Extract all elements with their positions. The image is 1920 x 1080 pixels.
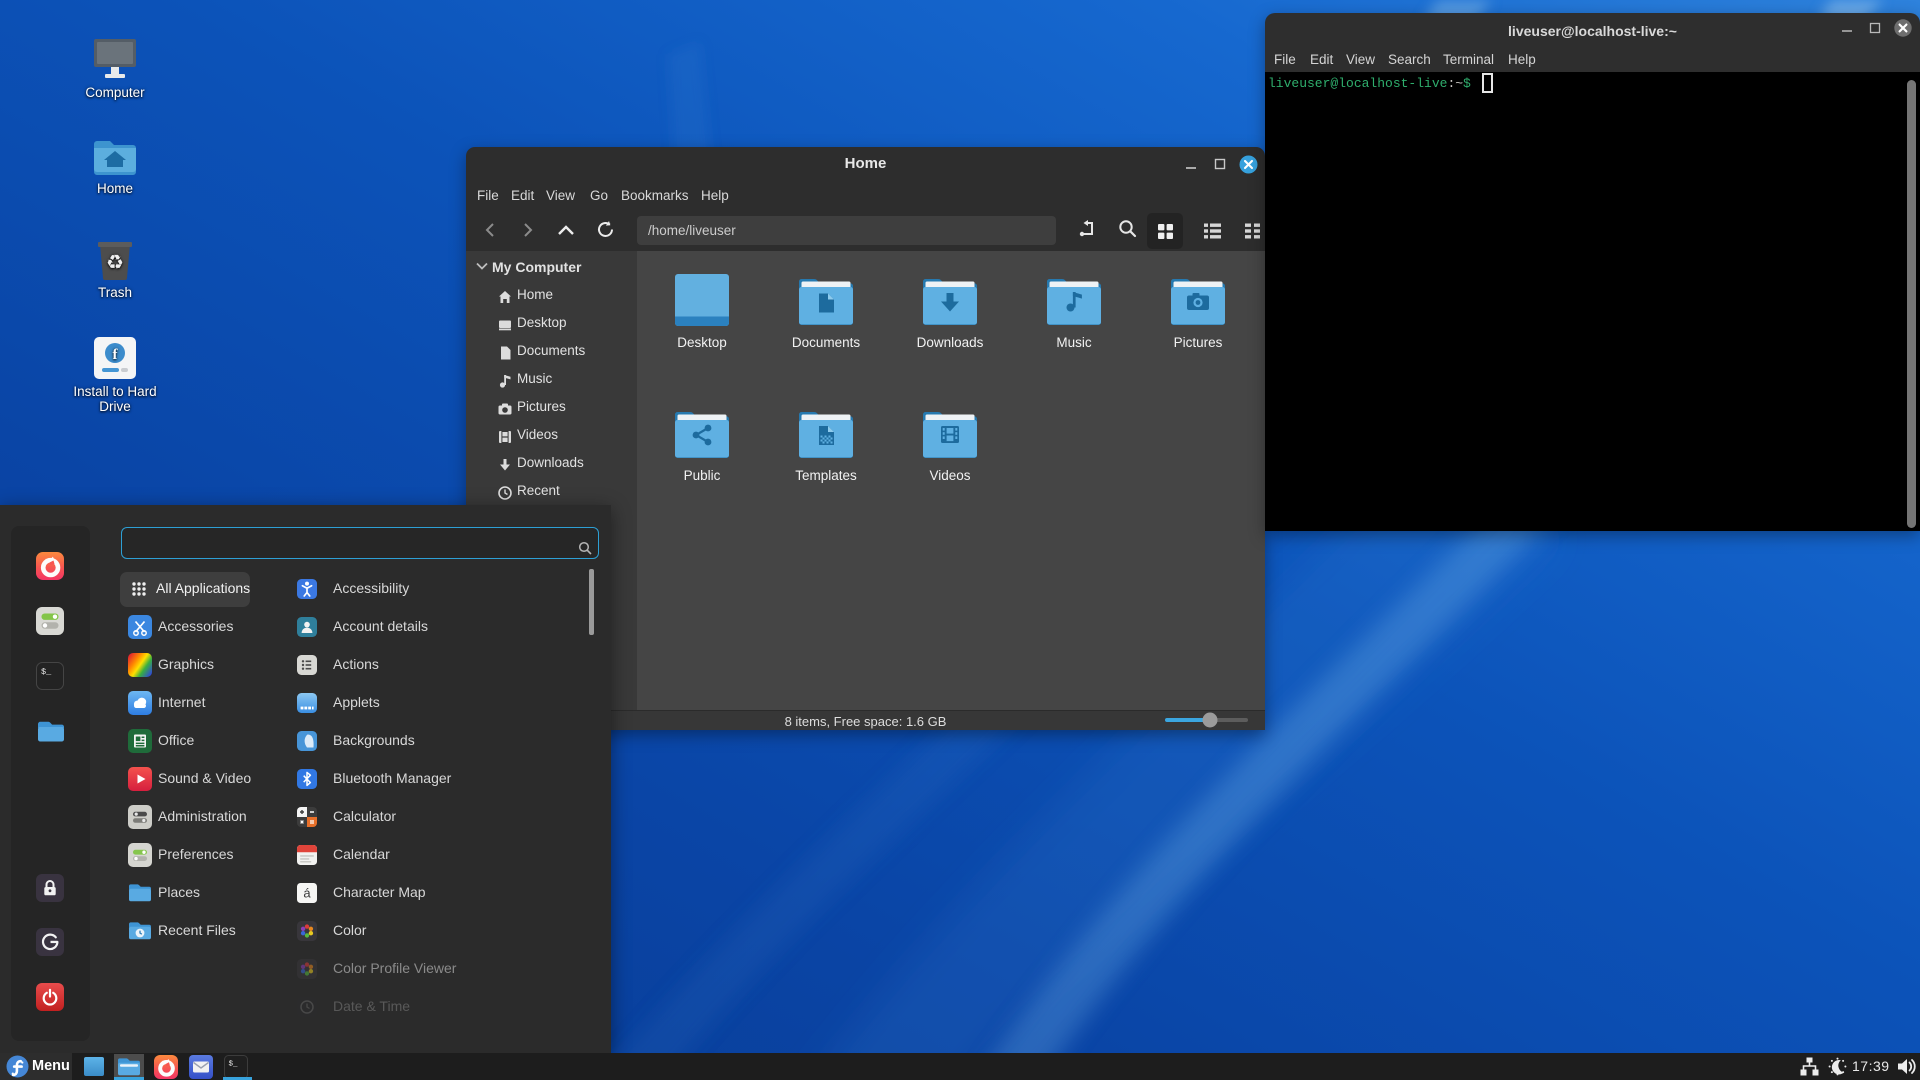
svg-text:♻: ♻ xyxy=(106,252,124,274)
svg-text:$_: $_ xyxy=(41,667,52,677)
svg-text:$_: $_ xyxy=(229,1061,239,1069)
svg-text:á: á xyxy=(303,886,311,901)
